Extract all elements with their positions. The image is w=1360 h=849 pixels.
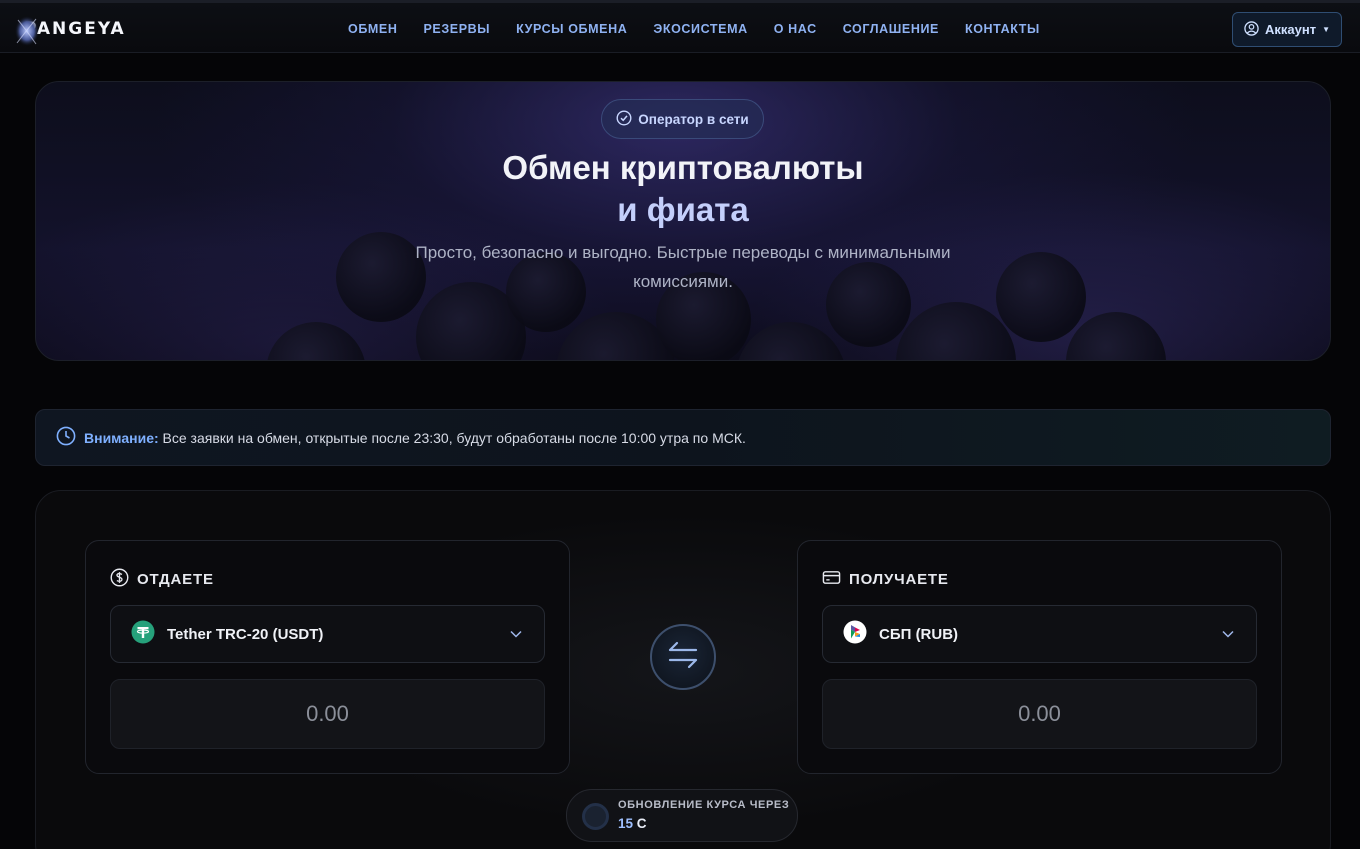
timer-label: ОБНОВЛЕНИЕ КУРСА ЧЕРЕЗ	[618, 799, 790, 811]
operator-status-text: Оператор в сети	[638, 111, 749, 127]
clock-icon	[56, 426, 76, 449]
brand-logo[interactable]: PANGEYA	[14, 9, 126, 49]
chevron-down-icon	[508, 626, 524, 646]
timer-ring-icon	[582, 803, 609, 830]
caret-down-icon: ▼	[1322, 25, 1330, 34]
chevron-down-icon	[1220, 626, 1236, 646]
nav-item-reserves[interactable]: РЕЗЕРВЫ	[410, 18, 503, 40]
give-card: ОТДАЕТЕ Tether TRC-20 (USDT) 0.00	[85, 540, 570, 774]
rate-update-timer: ОБНОВЛЕНИЕ КУРСА ЧЕРЕЗ 15 С	[566, 789, 798, 842]
user-circle-icon	[1244, 20, 1259, 39]
get-currency-label: СБП (RUB)	[879, 625, 959, 643]
get-heading-label: ПОЛУЧАЕТЕ	[849, 571, 949, 588]
operator-status-badge: Оператор в сети	[601, 99, 764, 139]
exchange-panel: ОТДАЕТЕ Tether TRC-20 (USDT) 0.00 ПОЛУЧА…	[35, 490, 1331, 849]
dollar-circle-icon	[110, 568, 129, 591]
get-amount-input[interactable]: 0.00	[822, 679, 1257, 749]
page-title: Обмен криптовалюты и фиата	[36, 147, 1330, 231]
nav-item-ecosystem[interactable]: ЭКОСИСТЕМА	[640, 18, 760, 40]
tether-icon	[131, 620, 155, 648]
hero-banner: Оператор в сети Обмен криптовалюты и фиа…	[35, 81, 1331, 361]
nav-item-exchange[interactable]: ОБМЕН	[335, 18, 410, 40]
title-line-2: и фиата	[617, 191, 749, 228]
notice-body: Все заявки на обмен, открытые после 23:3…	[162, 429, 746, 446]
attention-notice: Внимание: Все заявки на обмен, открытые …	[35, 409, 1331, 466]
swap-arrows-icon	[664, 636, 702, 679]
get-heading: ПОЛУЧАЕТЕ	[822, 568, 949, 591]
timer-value: 15 С	[618, 816, 647, 831]
give-currency-select[interactable]: Tether TRC-20 (USDT)	[110, 605, 545, 663]
account-label: Аккаунт	[1264, 22, 1317, 37]
notice-text: Внимание: Все заявки на обмен, открытые …	[84, 430, 746, 446]
timer-unit: С	[636, 816, 647, 831]
give-heading: ОТДАЕТЕ	[110, 568, 214, 591]
give-currency-label: Tether TRC-20 (USDT)	[167, 625, 324, 643]
account-button[interactable]: Аккаунт ▼	[1232, 12, 1342, 47]
timer-seconds: 15	[618, 816, 634, 831]
top-navbar: PANGEYA ОБМЕН РЕЗЕРВЫ КУРСЫ ОБМЕНА ЭКОСИ…	[0, 0, 1360, 53]
nav-item-rates[interactable]: КУРСЫ ОБМЕНА	[503, 18, 640, 40]
notice-prefix: Внимание:	[84, 429, 159, 446]
nav-item-contacts[interactable]: КОНТАКТЫ	[952, 18, 1053, 40]
title-line-1: Обмен криптовалюты	[502, 149, 864, 186]
check-circle-icon	[616, 109, 632, 129]
card-icon	[822, 568, 841, 591]
nav-item-agreement[interactable]: СОГЛАШЕНИЕ	[830, 18, 952, 40]
sbp-icon	[843, 620, 867, 648]
get-currency-select[interactable]: СБП (RUB)	[822, 605, 1257, 663]
swap-direction-button[interactable]	[650, 624, 716, 690]
get-card: ПОЛУЧАЕТЕ СБП (RUB) 0.00	[797, 540, 1282, 774]
hero-subtitle: Просто, безопасно и выгодно. Быстрые пер…	[415, 243, 951, 291]
give-amount-input[interactable]: 0.00	[110, 679, 545, 749]
main-nav: ОБМЕН РЕЗЕРВЫ КУРСЫ ОБМЕНА ЭКОСИСТЕМА О …	[335, 18, 1053, 40]
nav-item-about[interactable]: О НАС	[761, 18, 830, 40]
logo-mark-icon	[14, 14, 39, 46]
give-heading-label: ОТДАЕТЕ	[137, 571, 214, 588]
